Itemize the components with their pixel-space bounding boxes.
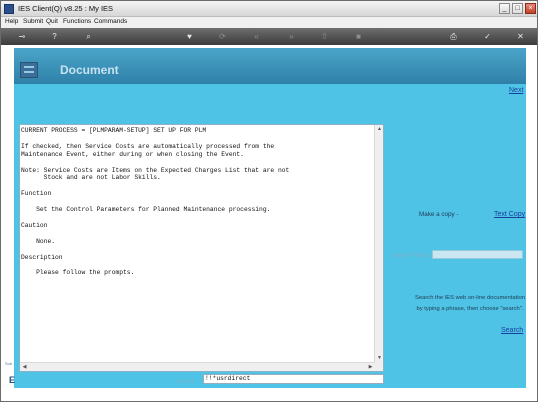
heart-icon[interactable]: ♥ — [184, 31, 195, 42]
refresh-icon[interactable]: ⟳ — [217, 31, 228, 42]
close-icon[interactable]: ✕ — [515, 31, 526, 42]
document-panel: Document Next CURRENT PROCESS = [PLMPARA… — [14, 48, 526, 388]
scroll-up-arrow-icon[interactable]: ▲ — [376, 126, 383, 133]
document-line: Function — [21, 190, 52, 198]
document-header: Document — [14, 48, 526, 84]
window-title: IES Client(Q) v8.25 : My IES — [18, 4, 114, 13]
menu-help[interactable]: Help — [5, 18, 18, 25]
app-window: IES Client(Q) v8.25 : My IES _ □ × Help … — [0, 0, 538, 402]
menu-submit[interactable]: Submit — [23, 18, 43, 25]
menu-functions[interactable]: Functions — [63, 18, 91, 25]
next-link[interactable]: Next — [509, 87, 523, 94]
help-icon[interactable]: ? — [49, 31, 60, 42]
rewind-icon[interactable]: « — [251, 31, 262, 42]
horizontal-scrollbar[interactable]: ◀ ▶ — [20, 362, 375, 371]
search-phrase-input[interactable] — [432, 250, 523, 259]
maximize-button[interactable]: □ — [512, 3, 523, 14]
text-copy-link[interactable]: Text Copy — [494, 211, 525, 218]
scroll-right-arrow-icon[interactable]: ▶ — [367, 364, 374, 371]
check-icon[interactable]: ✓ — [482, 31, 493, 42]
document-line: Caution — [21, 221, 48, 229]
title-bar: IES Client(Q) v8.25 : My IES _ □ × — [1, 1, 537, 17]
document-text: CURRENT PROCESS = [PLMPARAM-SETUP] SET U… — [21, 127, 373, 361]
document-line: If checked, then Service Costs are autom… — [21, 142, 275, 150]
document-line: None. — [21, 237, 56, 245]
document-logo-icon — [20, 62, 38, 78]
search-icon[interactable]: ⌕ — [83, 31, 94, 42]
close-button[interactable]: × — [525, 3, 536, 14]
document-content-box[interactable]: CURRENT PROCESS = [PLMPARAM-SETUP] SET U… — [19, 124, 384, 372]
toolbar: ⊸ ? ⌕ ♥ ⟳ « » ⇧ ■ ⎙ ✓ ✕ — [1, 28, 537, 45]
scroll-left-arrow-icon[interactable]: ◀ — [21, 364, 28, 371]
print-icon[interactable]: ⎙ — [448, 31, 459, 42]
key-icon[interactable]: ⊸ — [14, 31, 30, 42]
command-label: Doc Inf — [177, 379, 195, 385]
search-link[interactable]: Search — [501, 327, 523, 334]
document-line: Description — [21, 253, 63, 261]
stop-icon[interactable]: ■ — [353, 31, 364, 42]
search-help-text: Search the IES web on-line documentation… — [415, 295, 525, 312]
minimize-button[interactable]: _ — [499, 3, 510, 14]
document-line: Note: Service Costs are Items on the Exp… — [21, 166, 290, 174]
document-line: Please follow the prompts. — [21, 269, 135, 277]
document-line: CURRENT PROCESS = [PLMPARAM-SETUP] SET U… — [21, 127, 207, 134]
search-phrase-label: Search Phrase — [391, 253, 431, 259]
fast-forward-icon[interactable]: » — [286, 31, 297, 42]
document-line: Stock and are not Labor Skills. — [21, 174, 161, 182]
menu-quit[interactable]: Quit — [46, 18, 58, 25]
app-icon — [4, 4, 14, 14]
page-title: Document — [60, 63, 119, 77]
scroll-down-arrow-icon[interactable]: ▼ — [376, 355, 383, 362]
document-line: Maintenance Event, either during or when… — [21, 150, 244, 158]
upload-icon[interactable]: ⇧ — [319, 31, 330, 42]
side-tab-label[interactable]: Sub — [5, 361, 12, 367]
menu-commands[interactable]: Commands — [94, 18, 127, 25]
vertical-scrollbar[interactable]: ▲ ▼ — [374, 125, 383, 371]
copy-label: Make a copy - — [419, 211, 459, 218]
side-e-icon[interactable]: E — [9, 375, 15, 385]
document-line: Set the Control Parameters for Planned M… — [21, 206, 271, 214]
command-input[interactable]: !!*usrdirect — [203, 374, 384, 384]
menu-bar: Help Submit Quit Functions Commands — [1, 17, 537, 28]
